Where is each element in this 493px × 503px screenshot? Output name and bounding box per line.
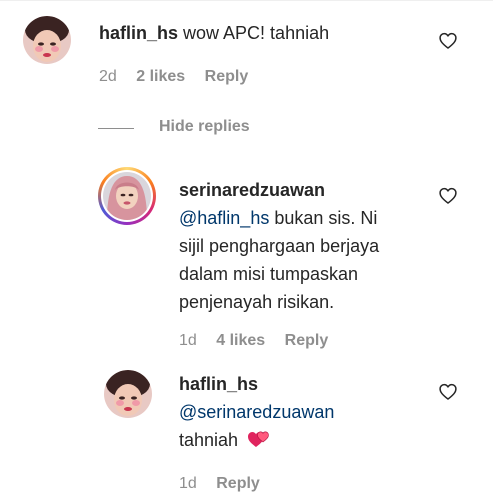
- heart-outline-icon[interactable]: [438, 382, 458, 402]
- mention-link[interactable]: @haflin_hs: [179, 208, 269, 228]
- reply-text-line: sijil penghargaan berjaya: [179, 236, 380, 256]
- comment-text: wow APC! tahniah: [183, 23, 330, 43]
- comment-meta: 2d 2 likes Reply: [99, 68, 248, 86]
- reply-text-line: penjenayah risikan.: [179, 292, 335, 312]
- reply-button[interactable]: Reply: [205, 68, 249, 86]
- hide-replies-button[interactable]: Hide replies: [159, 118, 250, 136]
- reply-username[interactable]: haflin_hs: [179, 374, 258, 394]
- avatar[interactable]: [23, 16, 71, 64]
- divider: [0, 0, 493, 1]
- heart-outline-icon[interactable]: [438, 31, 458, 51]
- likes-count[interactable]: 2 likes: [136, 68, 185, 86]
- reply-button[interactable]: Reply: [216, 475, 260, 493]
- two-hearts-emoji-icon: [248, 431, 269, 447]
- reply-body: haflin_hs @serinaredzuawan tahniah: [179, 370, 334, 454]
- avatar: [103, 172, 151, 220]
- reply-button[interactable]: Reply: [285, 332, 329, 350]
- divider-line: [98, 128, 134, 129]
- reply-text: tahniah: [179, 430, 239, 450]
- reply-text-line: bukan sis. Ni: [269, 208, 378, 228]
- comment-username[interactable]: haflin_hs: [99, 23, 178, 43]
- reply-age: 1d: [179, 475, 197, 492]
- heart-outline-icon[interactable]: [438, 186, 458, 206]
- mention-link[interactable]: @serinaredzuawan: [179, 402, 334, 422]
- likes-count[interactable]: 4 likes: [216, 332, 265, 350]
- reply-age: 1d: [179, 332, 197, 349]
- reply-meta: 1d Reply: [179, 475, 260, 493]
- avatar[interactable]: [104, 370, 152, 418]
- comment-body: haflin_hs wow APC! tahniah: [99, 19, 329, 47]
- reply-text-line: dalam misi tumpaskan: [179, 264, 359, 284]
- reply-meta: 1d 4 likes Reply: [179, 332, 328, 350]
- reply-username[interactable]: serinaredzuawan: [179, 180, 325, 200]
- comment-age: 2d: [99, 68, 117, 85]
- reply-body: serinaredzuawan @haflin_hs bukan sis. Ni…: [179, 176, 379, 316]
- story-ring[interactable]: [98, 167, 156, 225]
